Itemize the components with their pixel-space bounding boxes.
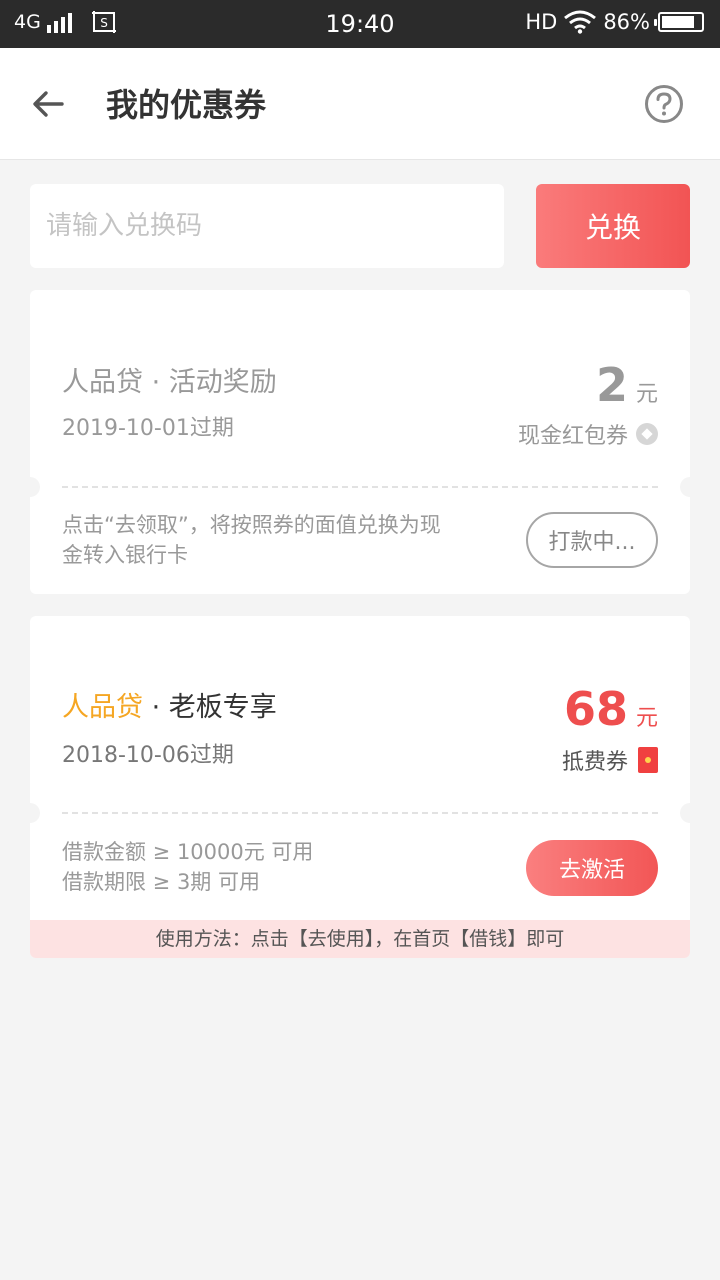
coupon-card: 人品贷 · 老板专享 2018-10-06过期 68 元 抵费券 借款金额 ≥ …: [30, 616, 690, 958]
coupon-type-label: 现金红包券: [517, 424, 628, 449]
status-bar: 4G S 19:40 HD 86%: [0, 0, 720, 48]
coupon-title: 人品贷 · 活动奖励: [62, 360, 277, 399]
amount-value: 68: [563, 682, 628, 736]
coupon-amount: 2 元: [596, 358, 658, 412]
coupon-type: 抵费券: [562, 744, 658, 776]
coupon-description: 点击“去领取”，将按照券的面值兑换为现金转入银行卡: [62, 513, 441, 567]
loan-amount-condition: 借款金额 ≥ 10000元 可用: [62, 840, 314, 864]
coupon-brand: 人品贷: [62, 692, 143, 723]
battery-percent: 86%: [603, 10, 650, 34]
coupon-name: 老板专享: [168, 692, 277, 723]
card-notch-right: [680, 803, 690, 823]
coupon-name: 活动奖励: [168, 367, 277, 398]
amount-value: 2: [595, 358, 628, 412]
coupon-separator: ·: [143, 692, 169, 723]
coupon-expiry: 2018-10-06过期: [62, 743, 234, 768]
coupon-amount: 68 元: [564, 682, 658, 736]
card-notch-right: [680, 477, 690, 497]
card-notch-left: [30, 803, 40, 823]
back-arrow-icon[interactable]: [28, 84, 68, 124]
coupon-card: 人品贷 · 活动奖励 2019-10-01过期 2 元 现金红包券 点击“去领取…: [30, 290, 690, 594]
coupon-type-label: 抵费券: [561, 750, 628, 775]
coupon-separator: ·: [143, 367, 169, 398]
redeem-code-input[interactable]: [30, 184, 504, 268]
activate-button[interactable]: 去激活: [526, 840, 658, 896]
dashed-divider: [62, 812, 658, 814]
usage-instructions: 使用方法：点击【去使用】，在首页【借钱】即可: [30, 920, 690, 958]
page-title: 我的优惠券: [106, 86, 267, 124]
red-packet-icon: [638, 747, 658, 773]
battery-icon: [654, 12, 704, 32]
coupon-brand: 人品贷: [62, 367, 143, 398]
hd-indicator: HD: [525, 10, 558, 34]
loan-term-condition: 借款期限 ≥ 3期 可用: [62, 870, 260, 894]
amount-unit: 元: [635, 382, 658, 407]
card-notch-left: [30, 477, 40, 497]
cash-coupon-icon: [636, 423, 658, 445]
app-header: 我的优惠券: [0, 48, 720, 160]
redeem-button[interactable]: 兑换: [536, 184, 690, 268]
paying-status-button[interactable]: 打款中...: [526, 512, 658, 568]
dashed-divider: [62, 486, 658, 488]
coupon-expiry: 2019-10-01过期: [62, 416, 234, 441]
help-icon[interactable]: [644, 84, 684, 124]
coupon-title: 人品贷 · 老板专享: [62, 685, 277, 724]
coupon-type: 现金红包券: [518, 418, 658, 450]
coupon-conditions: 借款金额 ≥ 10000元 可用 借款期限 ≥ 3期 可用: [62, 837, 313, 897]
battery-fill: [662, 16, 695, 28]
status-right: HD 86%: [525, 10, 704, 34]
wifi-icon: [564, 10, 597, 34]
amount-unit: 元: [635, 706, 658, 731]
